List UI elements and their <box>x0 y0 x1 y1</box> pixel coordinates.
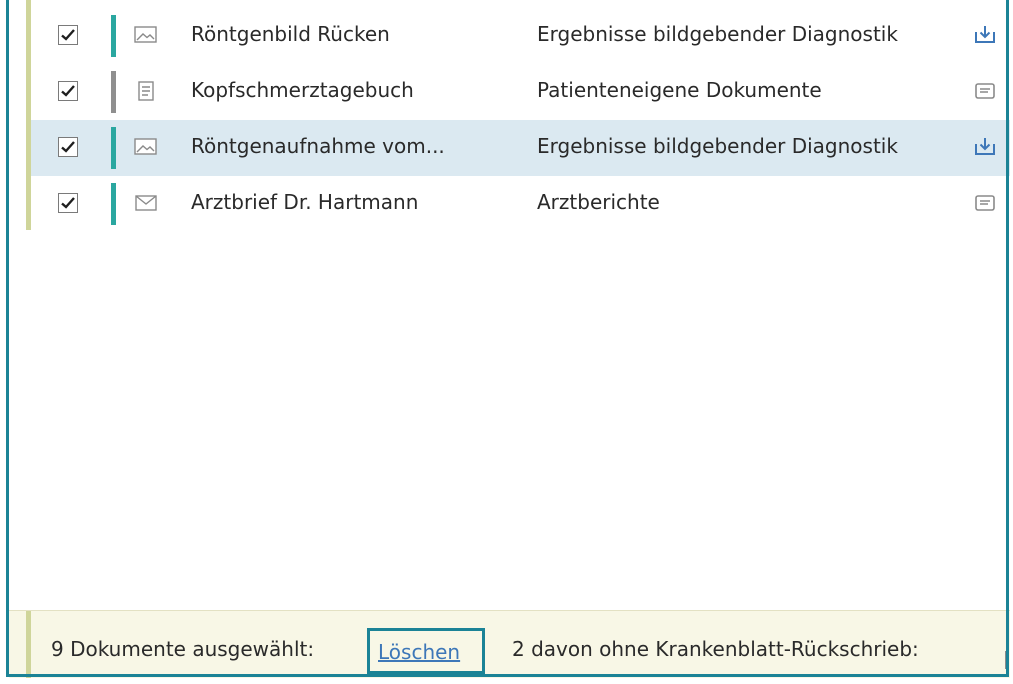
folder-icon[interactable] <box>973 79 997 101</box>
document-list-window: Röntgenbild Rücken Ergebnisse bildgebend… <box>0 0 1013 684</box>
document-list: Röntgenbild Rücken Ergebnisse bildgebend… <box>9 0 1010 230</box>
download-icon[interactable] <box>973 23 997 45</box>
document-type-marker <box>111 183 116 225</box>
row-checkbox[interactable] <box>58 193 78 213</box>
document-type-marker <box>111 15 116 57</box>
folder-icon[interactable] <box>973 191 997 213</box>
delete-link[interactable]: Löschen <box>367 628 485 674</box>
image-icon <box>134 137 158 157</box>
checkmark-icon <box>61 29 75 41</box>
truncated-link[interactable] <box>1005 651 1009 669</box>
document-icon <box>134 81 158 101</box>
row-checkbox[interactable] <box>58 81 78 101</box>
document-row[interactable]: Kopfschmerztagebuch Patienteneigene Doku… <box>31 64 1010 120</box>
document-name[interactable]: Kopfschmerztagebuch <box>191 78 414 102</box>
mail-icon <box>134 193 158 213</box>
document-category: Arztberichte <box>537 190 660 214</box>
delete-link-label[interactable]: Löschen <box>378 640 460 664</box>
row-checkbox[interactable] <box>58 137 78 157</box>
document-name[interactable]: Röntgenbild Rücken <box>191 22 390 46</box>
row-checkbox[interactable] <box>58 25 78 45</box>
checkmark-icon <box>61 85 75 97</box>
checkmark-icon <box>61 197 75 209</box>
document-category: Ergebnisse bildgebender Diagnostik <box>537 134 898 158</box>
document-name[interactable]: Arztbrief Dr. Hartmann <box>191 190 418 214</box>
document-row[interactable]: Arztbrief Dr. Hartmann Arztberichte <box>31 176 1010 232</box>
without-sheet-text: 2 davon ohne Krankenblatt-Rückschrieb: <box>512 637 919 661</box>
download-icon[interactable] <box>973 135 997 157</box>
document-category: Patienteneigene Dokumente <box>537 78 822 102</box>
document-category: Ergebnisse bildgebender Diagnostik <box>537 22 898 46</box>
image-icon <box>134 25 158 45</box>
footer-accent-bar <box>26 611 31 678</box>
document-type-marker <box>111 71 116 113</box>
document-type-marker <box>111 127 116 169</box>
checkmark-icon <box>61 141 75 153</box>
document-name[interactable]: Röntgenaufnahme vom... <box>191 134 445 158</box>
document-row[interactable]: Röntgenbild Rücken Ergebnisse bildgebend… <box>31 8 1010 64</box>
document-row-selected[interactable]: Röntgenaufnahme vom... Ergebnisse bildge… <box>31 120 1010 176</box>
selection-footer: 9 Dokumente ausgewählt: Löschen 2 davon … <box>9 610 1010 678</box>
selected-count-text: 9 Dokumente ausgewählt: <box>51 637 315 661</box>
